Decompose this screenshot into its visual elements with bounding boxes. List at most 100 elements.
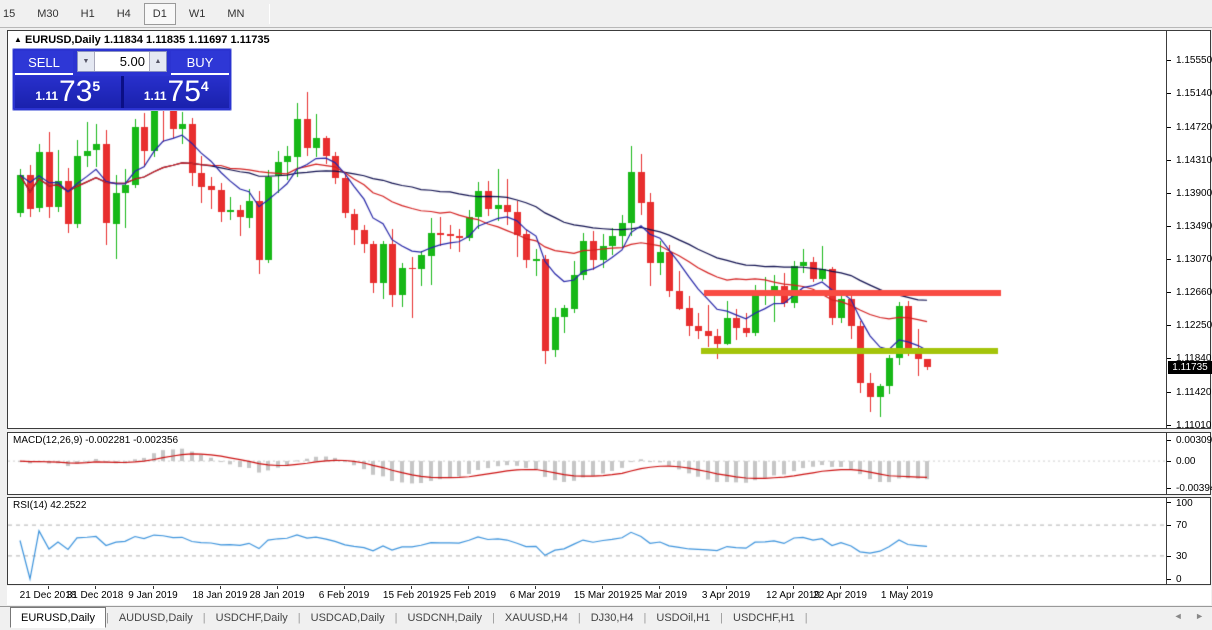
chart-symbol-label: EURUSD,Daily xyxy=(24,34,101,46)
macd-axis-label: 0.00 xyxy=(1176,456,1196,468)
buy-price-prefix: 1.11 xyxy=(143,89,167,103)
tab-scroll-right-icon[interactable]: ► xyxy=(1195,611,1204,621)
price-axis-tick xyxy=(1167,325,1171,327)
date-axis-tick xyxy=(602,586,603,589)
date-axis-label: 6 Feb 2019 xyxy=(318,590,370,601)
direction-up-icon: ▲ xyxy=(14,35,22,44)
date-axis-tick xyxy=(535,586,536,589)
rsi-axis-tick xyxy=(1167,579,1171,580)
chart-tab-dj30-h4[interactable]: DJ30,H4 xyxy=(581,609,644,627)
price-axis-label: 1.12250 xyxy=(1176,320,1212,332)
current-price-badge: 1.11735 xyxy=(1168,360,1212,374)
buy-price-sup: 4 xyxy=(200,78,209,94)
chart-tab-bar: EURUSD,Daily | AUDUSD,Daily | USDCHF,Daily | U… xyxy=(0,606,1212,628)
chart-tab-usdcnh-daily[interactable]: USDCNH,Daily xyxy=(397,609,492,627)
macd-indicator-panel: MACD(12,26,9) -0.002281 -0.002356 0.0030… xyxy=(7,432,1212,495)
macd-label: MACD(12,26,9) -0.002281 -0.002356 xyxy=(13,435,179,446)
chart-tab-usdchf-h1[interactable]: USDCHF,H1 xyxy=(723,609,805,627)
rsi-chart-canvas[interactable] xyxy=(8,498,1166,584)
volume-input[interactable]: 5.00 xyxy=(95,52,149,71)
price-axis-tick xyxy=(1167,259,1171,261)
chart-tab-audusd-daily[interactable]: AUDUSD,Daily xyxy=(109,609,203,627)
chart-tab-usdoil-h1[interactable]: USDOil,H1 xyxy=(646,609,720,627)
price-axis-tick xyxy=(1167,225,1171,227)
date-axis-tick xyxy=(344,586,345,589)
price-axis-label: 1.12660 xyxy=(1176,287,1212,299)
sell-price-box[interactable]: 1.11 73 5 xyxy=(15,76,121,108)
macd-axis-label: 0.003095 xyxy=(1176,435,1212,446)
price-axis[interactable]: 1.15550 1.15140 1.14720 1.14310 1.13900 1.134… xyxy=(1167,31,1212,432)
volume-stepper: ▼ 5.00 ▲ xyxy=(77,51,167,72)
price-axis-tick xyxy=(1167,192,1171,194)
date-axis-tick xyxy=(48,586,49,589)
rsi-axis-label: 30 xyxy=(1176,550,1188,562)
sell-button[interactable]: SELL xyxy=(15,51,73,75)
volume-increase-button[interactable]: ▲ xyxy=(149,52,166,71)
date-axis-label: 9 Jan 2019 xyxy=(128,590,178,601)
macd-axis-label: -0.003947 xyxy=(1176,482,1212,494)
date-axis-tick xyxy=(277,586,278,589)
macd-axis: 0.003095 0.00 -0.003947 xyxy=(1167,433,1212,494)
chart-tab-usdchf-daily[interactable]: USDCHF,Daily xyxy=(206,609,298,627)
price-axis-tick xyxy=(1167,126,1171,128)
price-axis-label: 1.14720 xyxy=(1176,121,1212,133)
buy-button[interactable]: BUY xyxy=(171,51,229,75)
date-axis-label: 22 Apr 2019 xyxy=(813,590,867,601)
price-axis-tick xyxy=(1167,159,1171,161)
chart-tab-eurusd-daily[interactable]: EURUSD,Daily xyxy=(10,607,106,628)
date-axis-label: 3 Apr 2019 xyxy=(701,590,751,601)
macd-axis-tick xyxy=(1167,440,1171,441)
date-axis-tick xyxy=(659,586,660,589)
sell-price-big: 73 xyxy=(59,75,93,108)
tab-scroll-left-icon[interactable]: ◄ xyxy=(1174,611,1183,621)
timeframe-button-15[interactable]: 15 xyxy=(0,3,24,25)
timeframe-button-h4[interactable]: H4 xyxy=(108,3,140,25)
volume-decrease-button[interactable]: ▼ xyxy=(78,52,95,71)
timeframe-toolbar: 15 M30 H1 H4 D1 W1 MN xyxy=(0,0,1212,28)
date-axis-tick xyxy=(793,586,794,589)
timeframe-button-h1[interactable]: H1 xyxy=(72,3,104,25)
timeframe-button-d1[interactable]: D1 xyxy=(143,2,176,25)
timeframe-button-mn[interactable]: MN xyxy=(218,3,253,25)
chart-tab-xauusd-h4[interactable]: XAUUSD,H4 xyxy=(495,609,578,627)
timeframe-button-m30[interactable]: M30 xyxy=(28,3,67,25)
price-axis-label: 1.13490 xyxy=(1176,220,1212,232)
chart-tab-usdcad-daily[interactable]: USDCAD,Daily xyxy=(301,609,395,627)
timeframe-button-w1[interactable]: W1 xyxy=(180,3,215,25)
buy-price-big: 75 xyxy=(167,75,201,108)
rsi-axis-tick xyxy=(1167,525,1171,527)
macd-chart-canvas[interactable] xyxy=(8,433,1166,494)
chart-ohlc-values: 1.11834 1.11835 1.11697 1.11735 xyxy=(103,34,270,46)
sell-price-prefix: 1.11 xyxy=(35,89,59,103)
price-axis-tick xyxy=(1167,358,1171,360)
date-axis-tick xyxy=(220,586,221,589)
date-axis[interactable]: 21 Dec 2018 31 Dec 2018 9 Jan 2019 18 Jan 2… xyxy=(7,586,1211,605)
rsi-axis-tick xyxy=(1167,555,1171,557)
price-axis-label: 1.13070 xyxy=(1176,254,1212,266)
main-chart-panel: ▲ EURUSD,Daily 1.11834 1.11835 1.11697 1… xyxy=(7,30,1212,432)
date-axis-tick xyxy=(468,586,469,589)
rsi-axis-tick xyxy=(1167,502,1171,503)
rsi-axis-label: 70 xyxy=(1176,520,1188,532)
rsi-indicator-panel: RSI(14) 42.2522 100 70 30 0 xyxy=(7,497,1211,585)
date-axis-label: 1 May 2019 xyxy=(880,590,934,601)
date-axis-tick xyxy=(907,586,908,589)
sell-price-sup: 5 xyxy=(92,78,101,94)
price-axis-label: 1.11420 xyxy=(1176,387,1212,399)
toolbar-separator xyxy=(269,3,271,24)
price-axis-label: 1.15550 xyxy=(1176,55,1212,66)
price-axis-tick xyxy=(1167,60,1171,61)
price-axis-tick xyxy=(1167,92,1171,94)
price-axis-label: 1.11010 xyxy=(1176,420,1212,432)
date-axis-label: 6 Mar 2019 xyxy=(509,590,561,601)
rsi-label: RSI(14) 42.2522 xyxy=(13,500,87,511)
tab-divider: | xyxy=(804,611,808,624)
buy-price-box[interactable]: 1.11 75 4 xyxy=(123,75,229,108)
date-axis-tick xyxy=(153,586,154,589)
date-axis-tick xyxy=(840,586,841,589)
price-axis-tick xyxy=(1167,425,1171,427)
price-axis-label: 1.13900 xyxy=(1176,187,1212,199)
chart-title: ▲ EURUSD,Daily 1.11834 1.11835 1.11697 1… xyxy=(14,34,270,46)
date-axis-tick xyxy=(95,586,96,589)
rsi-axis: 100 70 30 0 xyxy=(1167,498,1210,585)
